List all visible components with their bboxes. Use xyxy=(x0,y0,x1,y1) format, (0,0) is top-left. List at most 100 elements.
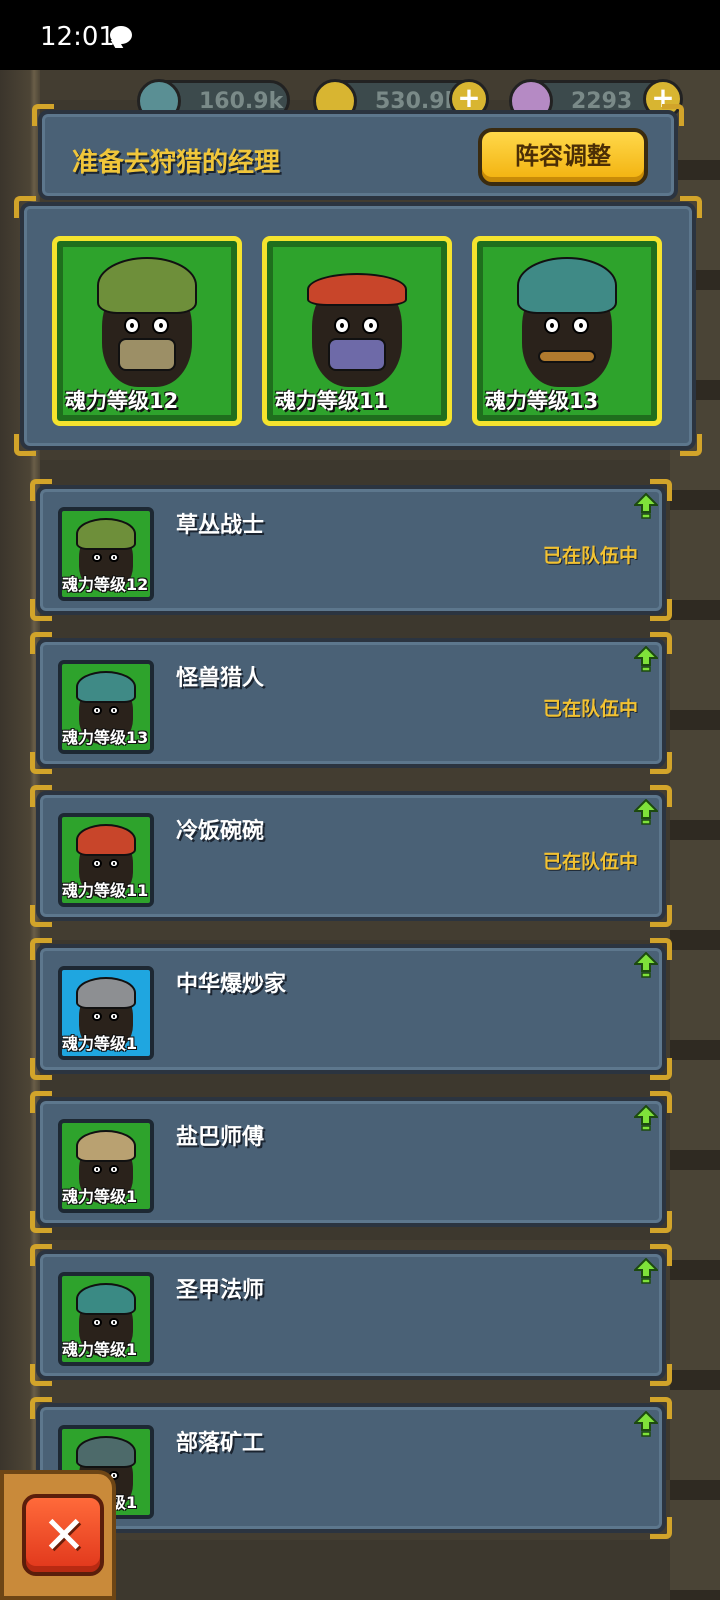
frame-corner xyxy=(30,938,52,960)
character-eye xyxy=(333,316,350,335)
frame-corner xyxy=(30,632,52,654)
frame-corner xyxy=(30,1211,52,1233)
manager-level-label: 魂力等级12 xyxy=(62,575,149,594)
character-weapon xyxy=(538,349,596,363)
manager-card: 魂力等级1部落矿工 xyxy=(30,1397,672,1539)
manager-name: 中华爆炒家 xyxy=(176,972,287,997)
frame-corner xyxy=(650,1517,672,1539)
team-frame: 魂力等级12 魂力等级11 魂力等级13 xyxy=(14,196,702,456)
character-helmet xyxy=(75,976,137,1010)
manager-card: 魂力等级1 圣甲法师 xyxy=(30,1244,672,1386)
frame-corner xyxy=(32,104,54,126)
manager-level-label: 魂力等级1 xyxy=(62,1034,138,1053)
manager-name: 草丛战士 xyxy=(176,513,265,538)
character-portrait xyxy=(516,257,618,387)
message-icon xyxy=(110,26,132,44)
close-x-icon: ✕ xyxy=(42,1506,86,1566)
character-eye xyxy=(91,858,102,869)
character-eye xyxy=(152,316,169,335)
manager-name: 盐巴师傅 xyxy=(176,1125,265,1150)
character-eye xyxy=(572,316,589,335)
manager-thumbnail: 魂力等级13 xyxy=(58,660,154,754)
level-up-arrow-icon[interactable] xyxy=(634,1258,658,1284)
frame-corner xyxy=(30,1244,52,1266)
manager-list-item[interactable]: 魂力等级11 冷饭碗碗已在队伍中 xyxy=(30,785,672,927)
frame-corner xyxy=(680,196,702,218)
character-eye xyxy=(543,316,560,335)
frame-corner xyxy=(650,1058,672,1080)
frame-corner xyxy=(14,196,36,218)
manager-card: 魂力等级13 怪兽猎人 已在队伍中 xyxy=(30,632,672,774)
frame-corner xyxy=(14,434,36,456)
manager-list-item[interactable]: 魂力等级13 怪兽猎人 已在队伍中 xyxy=(30,632,672,774)
slot-level-label: 魂力等级12 xyxy=(65,389,179,413)
frame-corner xyxy=(650,1211,672,1233)
manager-level-label: 魂力等级11 xyxy=(62,881,149,900)
level-up-arrow-icon[interactable] xyxy=(634,1411,658,1437)
manager-name: 圣甲法师 xyxy=(176,1278,265,1303)
character-eye xyxy=(362,316,379,335)
character-armor xyxy=(118,337,176,371)
manager-thumbnail: 魂力等级1 xyxy=(58,1119,154,1213)
frame-corner xyxy=(650,752,672,774)
character-bowl xyxy=(328,337,386,371)
frame-corner xyxy=(30,1397,52,1419)
manager-thumbnail: 魂力等级11 xyxy=(58,813,154,907)
status-bar: 12:01 xyxy=(0,0,720,70)
slot-level-label: 魂力等级13 xyxy=(485,389,599,413)
manager-name: 怪兽猎人 xyxy=(176,666,265,691)
character-eye xyxy=(91,1011,102,1022)
manager-list-item[interactable]: 魂力等级1 圣甲法师 xyxy=(30,1244,672,1386)
manager-thumbnail: 魂力等级1 xyxy=(58,966,154,1060)
close-button[interactable]: ✕ xyxy=(22,1494,104,1576)
frame-corner xyxy=(30,479,52,501)
manager-card: 魂力等级12 草丛战士已在队伍中 xyxy=(30,479,672,621)
manager-status: 已在队伍中 xyxy=(542,851,638,873)
clock-time: 12:01 xyxy=(40,22,115,52)
level-up-arrow-icon[interactable] xyxy=(634,493,658,519)
character-eye xyxy=(91,1317,102,1328)
character-helmet xyxy=(75,1435,137,1469)
manager-name: 冷饭碗碗 xyxy=(176,819,265,844)
character-helmet xyxy=(75,823,137,857)
manager-name: 部落矿工 xyxy=(176,1431,265,1456)
slot-level-label: 魂力等级11 xyxy=(275,389,389,413)
team-slot-1[interactable]: 魂力等级12 xyxy=(52,236,242,426)
frame-corner xyxy=(650,599,672,621)
frame-corner xyxy=(30,905,52,927)
manager-status: 已在队伍中 xyxy=(542,545,638,567)
hunting-manager-panel: 准备去狩猎的经理 阵容调整 魂力等级12 魂力等级11 魂力等级13 魂力等级1… xyxy=(14,104,702,1600)
manager-card: 魂力等级11 冷饭碗碗已在队伍中 xyxy=(30,785,672,927)
manager-list-item[interactable]: 魂力等级1部落矿工 xyxy=(30,1397,672,1539)
panel-title: 准备去狩猎的经理 xyxy=(72,148,281,178)
manager-level-label: 魂力等级1 xyxy=(62,1187,138,1206)
level-up-arrow-icon[interactable] xyxy=(634,952,658,978)
team-slot-2[interactable]: 魂力等级11 xyxy=(262,236,452,426)
level-up-arrow-icon[interactable] xyxy=(634,799,658,825)
level-up-arrow-icon[interactable] xyxy=(634,646,658,672)
panel-header: 准备去狩猎的经理 阵容调整 xyxy=(32,104,684,200)
manager-list-item[interactable]: 魂力等级1 盐巴师傅 xyxy=(30,1091,672,1233)
character-helmet xyxy=(75,670,137,704)
character-helmet xyxy=(75,1282,137,1316)
frame-corner xyxy=(30,599,52,621)
character-eye xyxy=(91,1164,102,1175)
manager-thumbnail: 魂力等级12 xyxy=(58,507,154,601)
lineup-adjust-button[interactable]: 阵容调整 xyxy=(478,128,648,186)
frame-corner xyxy=(680,434,702,456)
frame-corner xyxy=(30,752,52,774)
manager-list-item[interactable]: 魂力等级12 草丛战士已在队伍中 xyxy=(30,479,672,621)
manager-list-item[interactable]: 魂力等级1 中华爆炒家 xyxy=(30,938,672,1080)
manager-card: 魂力等级1 盐巴师傅 xyxy=(30,1091,672,1233)
character-portrait xyxy=(306,272,408,387)
manager-level-label: 魂力等级13 xyxy=(62,728,149,747)
frame-corner xyxy=(30,785,52,807)
team-slot-3[interactable]: 魂力等级13 xyxy=(472,236,662,426)
character-headband xyxy=(306,272,408,306)
manager-card: 魂力等级1 中华爆炒家 xyxy=(30,938,672,1080)
frame-corner xyxy=(650,1364,672,1386)
character-helmet xyxy=(516,257,618,315)
frame-corner xyxy=(650,905,672,927)
character-helmet xyxy=(96,257,198,315)
level-up-arrow-icon[interactable] xyxy=(634,1105,658,1131)
